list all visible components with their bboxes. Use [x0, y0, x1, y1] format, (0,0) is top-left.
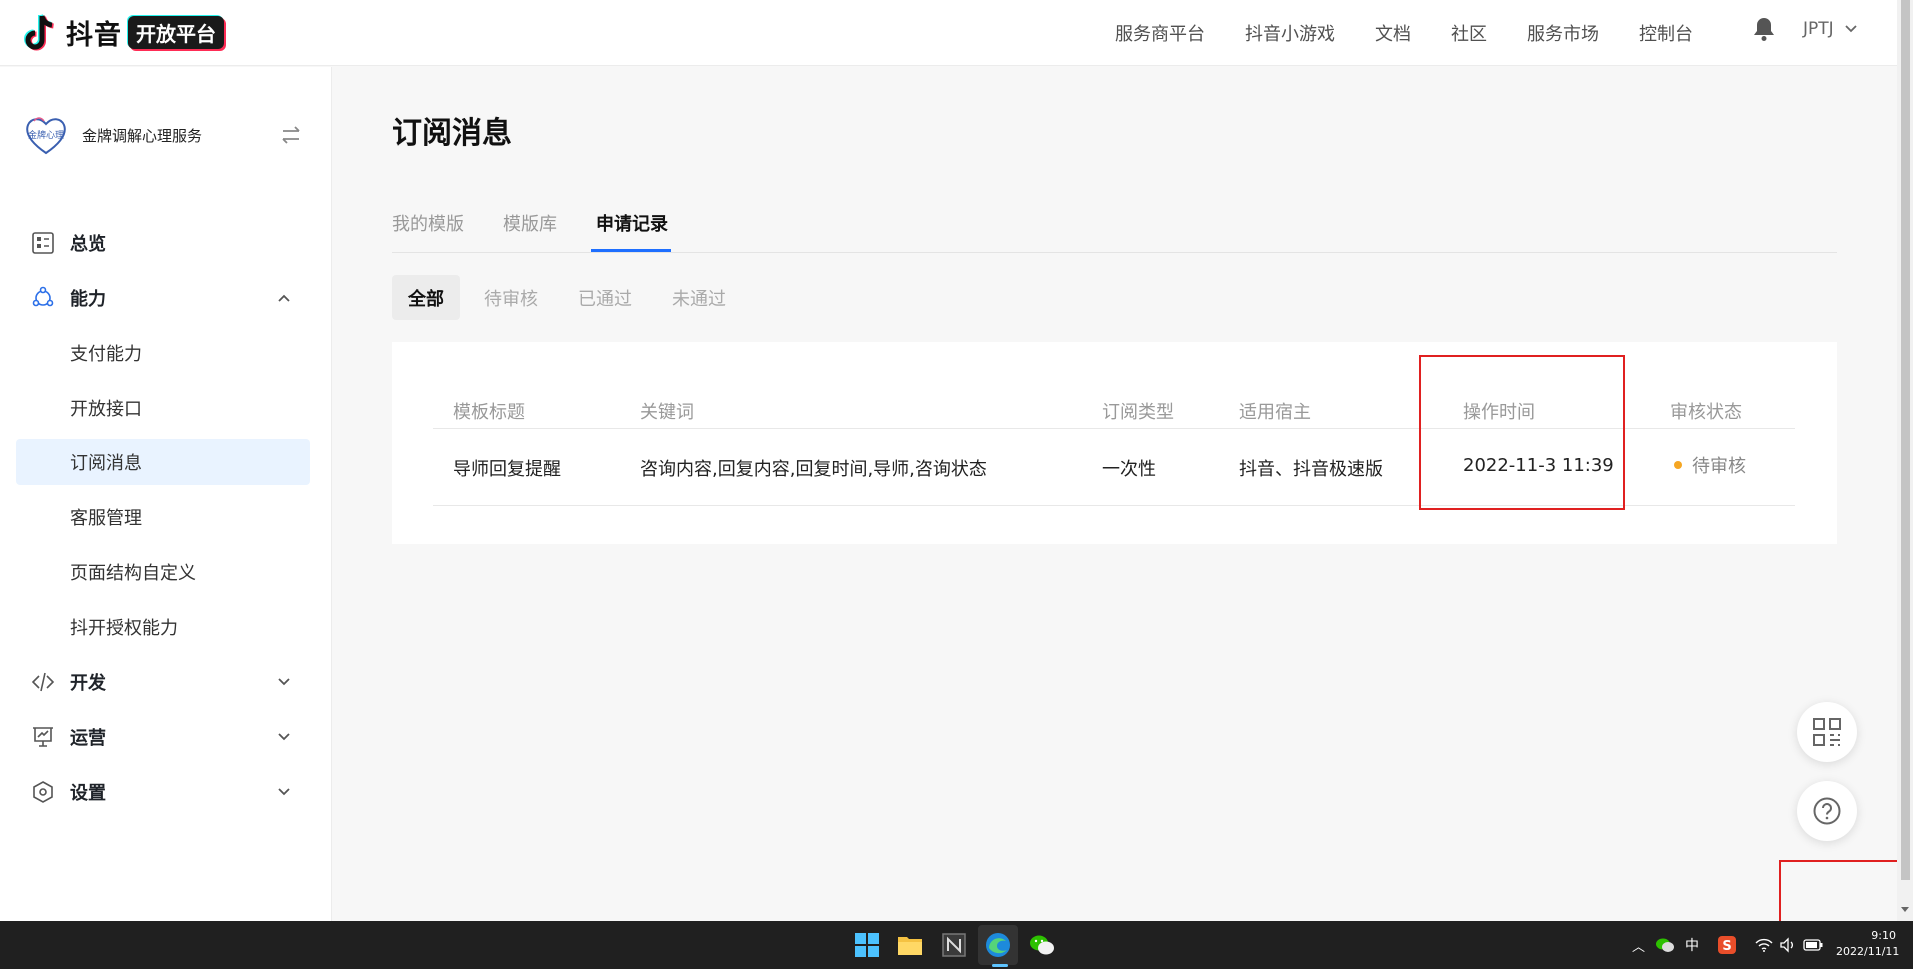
nav-docs[interactable]: 文档	[1375, 20, 1411, 46]
sidebar: 金牌心理 金牌调解心理服务 总览 能力 支付能力 开放接口 订阅消息 客服管理 …	[0, 67, 332, 921]
ime-indicator[interactable]: 中	[1685, 935, 1699, 955]
filter-rejected[interactable]: 未通过	[656, 275, 742, 320]
page-scrollbar[interactable]	[1897, 0, 1913, 921]
edge-browser-icon[interactable]	[983, 930, 1013, 960]
sidebar-item-label: 能力	[70, 288, 106, 310]
column-header: 模板标题	[453, 402, 525, 423]
sidebar-subitem-payment[interactable]: 支付能力	[0, 325, 332, 380]
windows-start-icon[interactable]	[852, 930, 882, 960]
douyin-logo-icon	[22, 13, 58, 53]
nav-mini-games[interactable]: 抖音小游戏	[1245, 20, 1335, 46]
active-tab-indicator	[591, 249, 671, 252]
clock-date: 2022/11/11	[1836, 945, 1900, 958]
code-icon	[31, 672, 55, 691]
nav-community[interactable]: 社区	[1451, 20, 1487, 46]
svg-text:S: S	[1722, 939, 1731, 954]
brand-logo[interactable]: 抖音 开放平台	[22, 0, 224, 66]
qr-code-icon	[1813, 718, 1841, 746]
sidebar-item-label: 开发	[70, 672, 106, 694]
sidebar-item-operate[interactable]: 运营	[0, 709, 332, 764]
bell-icon[interactable]	[1752, 16, 1776, 42]
chevron-up-icon	[278, 294, 290, 302]
sidebar-item-ability[interactable]: 能力	[0, 270, 332, 325]
app-avatar-text: 金牌心理	[28, 129, 64, 141]
tab-application-records[interactable]: 申请记录	[596, 210, 668, 236]
top-bar: 抖音 开放平台 服务商平台 抖音小游戏 文档 社区 服务市场 控制台 JPTJ	[0, 0, 1897, 66]
column-header: 订阅类型	[1102, 402, 1174, 423]
status-filters: 全部 待审核 已通过 未通过	[392, 275, 750, 320]
cell-host: 抖音、抖音极速版	[1239, 459, 1383, 480]
presentation-chart-icon	[33, 726, 53, 747]
chevron-down-icon	[1845, 25, 1857, 33]
switch-app-icon[interactable]	[280, 125, 302, 145]
system-tray: ︿ 中 S	[1632, 921, 1823, 969]
system-clock[interactable]: 9:10 2022/11/11	[1836, 928, 1900, 960]
sidebar-subitem-subscription[interactable]: 订阅消息	[16, 439, 310, 485]
sidebar-subitem-auth[interactable]: 抖开授权能力	[0, 599, 332, 654]
chevron-down-icon	[278, 787, 290, 795]
app-name: 金牌调解心理服务	[82, 126, 203, 145]
highlight-box-time-column	[1419, 355, 1625, 510]
sidebar-item-label: 设置	[70, 782, 106, 804]
app-switcher[interactable]: 金牌心理 金牌调解心理服务	[22, 111, 302, 159]
tab-my-templates[interactable]: 我的模版	[392, 210, 464, 236]
sidebar-subitem-customer-service[interactable]: 客服管理	[0, 489, 332, 544]
sogou-input-icon[interactable]: S	[1717, 935, 1737, 955]
nav-service-provider[interactable]: 服务商平台	[1115, 20, 1205, 46]
notion-app-icon[interactable]	[939, 930, 969, 960]
active-app-indicator	[992, 964, 1008, 967]
column-header: 适用宿主	[1239, 402, 1311, 423]
cell-title: 导师回复提醒	[453, 459, 561, 480]
cell-keywords: 咨询内容,回复内容,回复时间,导师,咨询状态	[640, 459, 987, 480]
filter-approved[interactable]: 已通过	[562, 275, 648, 320]
question-icon	[1813, 797, 1841, 825]
brand-badge: 开放平台	[128, 16, 224, 49]
status-dot	[1674, 461, 1682, 469]
clock-time: 9:10	[1871, 929, 1896, 942]
nav-console[interactable]: 控制台	[1639, 20, 1693, 46]
dashboard-icon	[32, 231, 54, 254]
sidebar-subitem-open-api[interactable]: 开放接口	[0, 380, 332, 435]
column-header: 审核状态	[1670, 402, 1742, 423]
top-nav: 服务商平台 抖音小游戏 文档 社区 服务市场 控制台	[1115, 0, 1733, 66]
wechat-icon[interactable]	[1027, 930, 1057, 960]
sidebar-item-settings[interactable]: 设置	[0, 764, 332, 819]
volume-icon[interactable]	[1779, 937, 1797, 953]
sidebar-item-develop[interactable]: 开发	[0, 654, 332, 709]
wechat-tray-icon[interactable]	[1655, 936, 1675, 954]
page-title: 订阅消息	[392, 116, 512, 151]
battery-icon[interactable]	[1803, 938, 1823, 952]
status-text: 待审核	[1692, 456, 1746, 477]
user-name: JPTJ	[1803, 19, 1834, 39]
help-button[interactable]	[1797, 781, 1857, 841]
nav-service-market[interactable]: 服务市场	[1527, 20, 1599, 46]
status-badge: 待审核	[1674, 452, 1746, 478]
chevron-down-icon	[278, 677, 290, 685]
settings-hexagon-icon	[33, 780, 53, 803]
user-menu[interactable]: JPTJ	[1803, 19, 1858, 39]
qr-code-button[interactable]	[1797, 702, 1857, 762]
column-header: 关键词	[640, 402, 694, 423]
sidebar-item-label: 总览	[70, 233, 106, 255]
chevron-up-icon[interactable]: ︿	[1632, 936, 1645, 955]
os-taskbar: ︿ 中 S 9:10 2022/11/11	[0, 921, 1913, 969]
app-avatar: 金牌心理	[22, 111, 70, 159]
sidebar-menu: 总览 能力 支付能力 开放接口 订阅消息 客服管理 页面结构自定义 抖开授权能力…	[0, 215, 332, 819]
sidebar-item-overview[interactable]: 总览	[0, 215, 332, 270]
ability-icon	[32, 286, 54, 306]
sidebar-subitem-page-structure[interactable]: 页面结构自定义	[0, 544, 332, 599]
file-explorer-icon[interactable]	[895, 930, 925, 960]
sidebar-item-label: 运营	[70, 727, 106, 749]
brand-name: 抖音	[66, 20, 122, 51]
chevron-down-icon	[278, 732, 290, 740]
cell-type: 一次性	[1102, 459, 1156, 480]
filter-pending[interactable]: 待审核	[468, 275, 554, 320]
scroll-down-arrow-icon[interactable]	[1900, 906, 1910, 914]
tab-bar: 我的模版 模版库 申请记录	[392, 194, 1837, 253]
wifi-icon[interactable]	[1755, 937, 1773, 953]
filter-all[interactable]: 全部	[392, 275, 460, 320]
scrollbar-thumb[interactable]	[1901, 0, 1910, 880]
tab-template-library[interactable]: 模版库	[503, 210, 557, 236]
